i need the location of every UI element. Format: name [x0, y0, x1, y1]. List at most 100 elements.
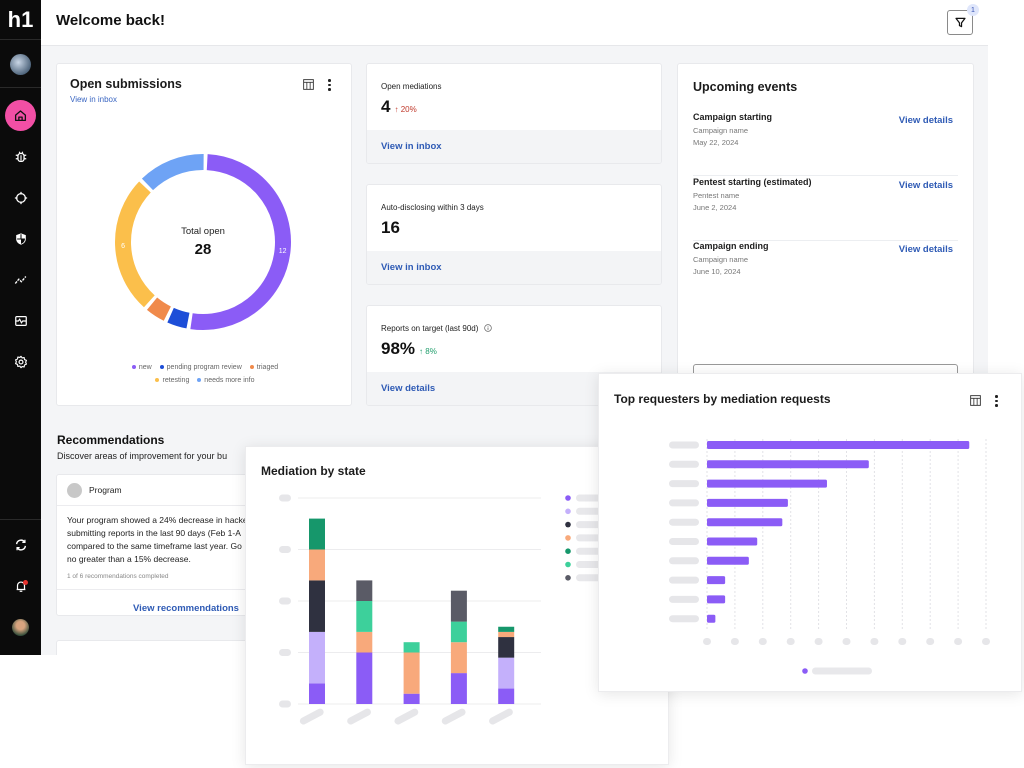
logo-icon[interactable]: h1: [0, 0, 41, 40]
legend-item: pending program review: [159, 364, 242, 371]
view-in-inbox-link[interactable]: View in inbox: [381, 141, 442, 152]
sidebar-item-home[interactable]: [5, 100, 36, 131]
bar-segment: [309, 683, 325, 704]
bug-icon: [15, 151, 26, 163]
view-details-link[interactable]: View details: [899, 244, 953, 255]
event-date: May 22, 2024: [693, 138, 739, 147]
sidebar-divider: [0, 519, 41, 520]
card-title: Upcoming events: [693, 80, 798, 94]
sidebar-item-notifications[interactable]: [0, 570, 41, 602]
organization-avatar[interactable]: [10, 54, 31, 75]
recommendation-category: Program: [89, 485, 122, 495]
bar-segment: [403, 642, 420, 653]
legend-dot: [565, 535, 571, 541]
category-icon: [67, 482, 82, 498]
x-tick-label-placeholder: [926, 638, 935, 645]
bar-segment: [450, 590, 467, 622]
legend-dot: [802, 668, 808, 674]
x-tick-label-placeholder: [786, 638, 795, 645]
y-tick-label-placeholder: [279, 494, 291, 502]
bar-segment: [450, 621, 467, 643]
bar-segment: [498, 631, 515, 638]
donut-center-value: 28: [195, 241, 212, 258]
y-tick-label-placeholder: [279, 700, 291, 708]
donut-slice-triaged: [146, 297, 172, 321]
bar-segment: [403, 652, 420, 694]
sidebar-item-analytics[interactable]: [0, 264, 41, 296]
x-tick-label-placeholder: [954, 638, 963, 645]
legend-dot: [249, 365, 254, 370]
bar-segment: [450, 673, 467, 704]
more-options-icon[interactable]: [328, 79, 331, 91]
x-tick-label-placeholder: [898, 638, 907, 645]
x-tick-label-placeholder: [842, 638, 851, 645]
bar-segment: [498, 688, 515, 704]
recommendations-subtitle: Discover areas of improvement for your b…: [57, 451, 228, 461]
open-submissions-card: Open submissions View in inbox 12 6 Total…: [56, 63, 352, 406]
sidebar-item-security[interactable]: [0, 223, 41, 255]
table-view-icon[interactable]: [303, 79, 314, 91]
y-tick-label-placeholder: [669, 538, 699, 545]
sidebar-item-sync[interactable]: [0, 529, 41, 561]
stat-label: Auto-disclosing within 3 days: [381, 203, 484, 212]
analytics-icon: [14, 276, 26, 284]
y-tick-label-placeholder: [279, 597, 291, 605]
y-tick-label-placeholder: [669, 615, 699, 623]
upcoming-events-card: Upcoming events Campaign starting Campai…: [677, 63, 974, 394]
sidebar-item-target[interactable]: [0, 182, 41, 214]
stat-label: Open mediations: [381, 82, 442, 91]
home-icon: [14, 110, 27, 122]
x-tick-label-placeholder: [758, 638, 767, 645]
legend-label-placeholder: [812, 667, 872, 675]
stat-value: 4 ↑ 20%: [381, 97, 417, 117]
bar-segment: [356, 631, 373, 653]
sidebar-item-bug[interactable]: [0, 141, 41, 173]
legend-dot: [131, 365, 136, 370]
stat-label-text: Reports on target (last 90d): [381, 324, 479, 333]
legend-dot: [565, 495, 571, 501]
bar: [707, 537, 758, 546]
event-item: Pentest starting (estimated) Pentest nam…: [693, 177, 958, 241]
x-tick-label-placeholder: [814, 638, 823, 645]
view-in-inbox-link[interactable]: View in inbox: [381, 262, 442, 273]
donut-slice-pending-program-review: [167, 307, 190, 329]
view-details-link[interactable]: View details: [381, 383, 435, 394]
y-tick-label-placeholder: [279, 546, 291, 553]
bar: [707, 460, 869, 469]
card-footer: View in inbox: [367, 251, 661, 284]
user-avatar[interactable]: [12, 619, 29, 636]
view-recommendations-link[interactable]: View recommendations: [133, 603, 239, 614]
bar: [707, 498, 788, 507]
legend-label: new: [138, 364, 152, 371]
stat-value: 98% ↑ 8%: [381, 339, 437, 359]
bar-segment: [498, 657, 515, 689]
x-tick-label-placeholder: [730, 638, 739, 645]
sync-icon: [15, 539, 26, 551]
view-details-link[interactable]: View details: [899, 115, 953, 126]
view-details-link[interactable]: View details: [899, 180, 953, 191]
stat-delta: ↑ 8%: [419, 347, 437, 356]
info-icon[interactable]: [483, 324, 492, 332]
top-requesters-card: Top requesters by mediation requests: [598, 373, 1022, 692]
bar-segment: [498, 626, 515, 632]
bar: [707, 614, 716, 623]
x-tick-label-placeholder: [703, 638, 711, 645]
y-tick-label-placeholder: [669, 518, 699, 526]
y-tick-label-placeholder: [669, 480, 699, 488]
stat-label: Reports on target (last 90d): [381, 324, 492, 333]
event-date: June 2, 2024: [693, 203, 737, 212]
sidebar-item-engagements[interactable]: [0, 305, 41, 337]
sidebar-item-settings[interactable]: [0, 346, 41, 378]
x-tick-label-placeholder: [870, 638, 879, 645]
target-icon: [14, 191, 27, 205]
legend-dot: [565, 548, 571, 554]
stat-number: 4: [381, 97, 391, 116]
view-in-inbox-link[interactable]: View in inbox: [70, 95, 117, 104]
legend-label: pending program review: [166, 364, 242, 371]
bar-segment: [450, 642, 467, 674]
recommendations-title: Recommendations: [57, 433, 165, 447]
x-tick-label-placeholder: [441, 708, 466, 725]
engagements-icon: [14, 316, 27, 326]
x-tick-label-placeholder: [489, 708, 513, 725]
legend-dot: [197, 378, 202, 383]
